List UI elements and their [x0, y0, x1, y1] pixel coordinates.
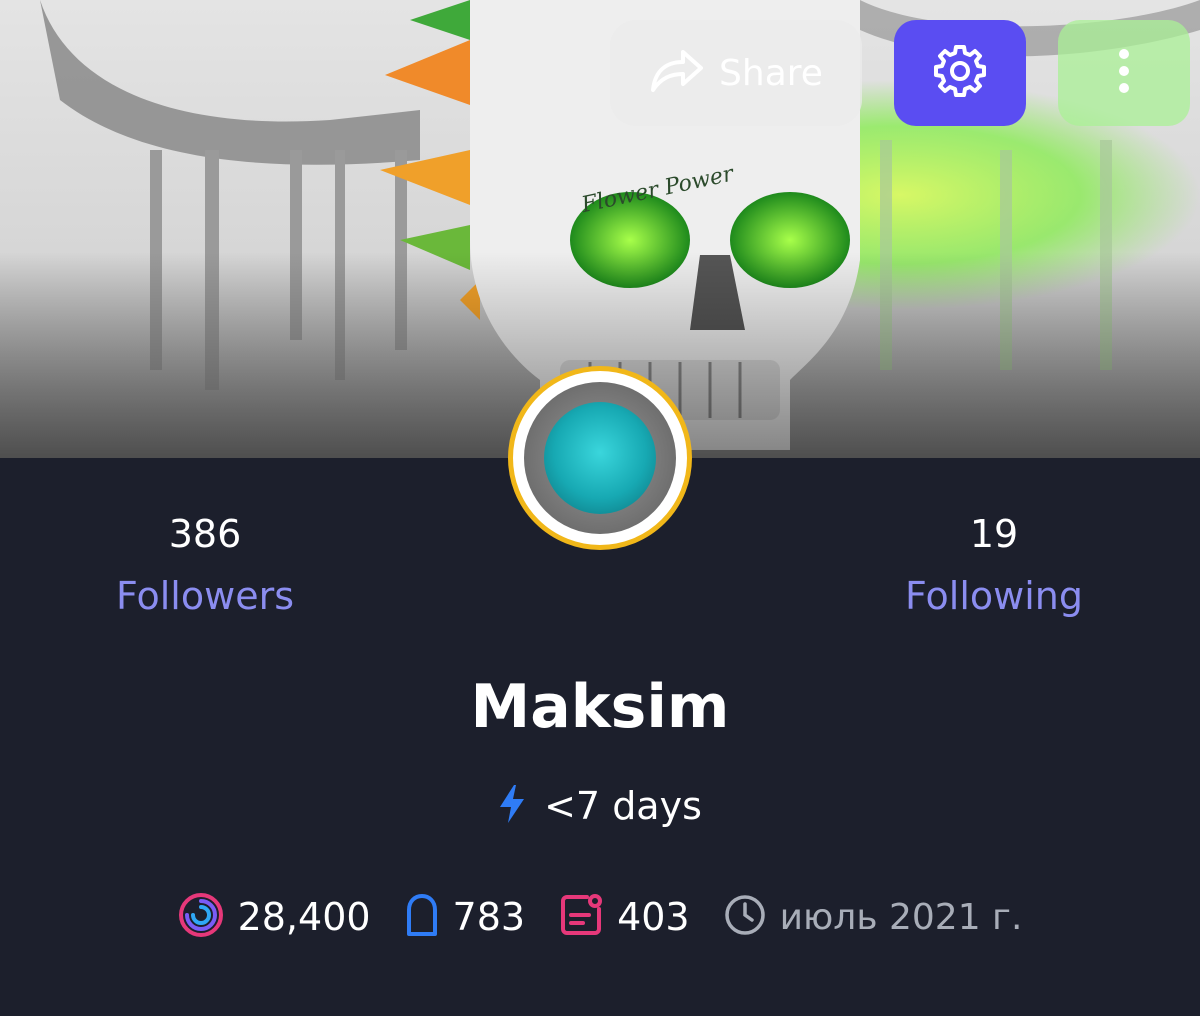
avatar-ring: [524, 382, 676, 534]
profile-name: Maksim: [470, 672, 730, 742]
share-button[interactable]: Share: [610, 20, 862, 126]
coins-value: 28,400: [237, 895, 371, 939]
arch-icon: [405, 893, 439, 941]
followers-count: 386: [168, 512, 242, 556]
tombstones-value: 783: [452, 895, 526, 939]
avatar-image: [544, 402, 656, 514]
more-options-button[interactable]: [1058, 20, 1190, 126]
more-vertical-icon: [1117, 47, 1131, 99]
clock-icon: [724, 894, 766, 940]
stat-posts: 403: [559, 893, 690, 941]
avatar[interactable]: [508, 366, 692, 550]
notification-card-icon: [559, 893, 603, 941]
gear-icon: [932, 43, 988, 103]
spiral-coin-icon: [178, 892, 224, 942]
joined-date: июль 2021 г.: [779, 896, 1023, 938]
followers-label: Followers: [116, 574, 294, 618]
share-label: Share: [719, 52, 823, 94]
profile-stats: 28,400 783 403 июль 2021 г.: [0, 892, 1200, 942]
stat-joined: июль 2021 г.: [724, 894, 1023, 940]
activity-status: <7 days: [0, 784, 1200, 828]
settings-button[interactable]: [894, 20, 1026, 126]
activity-label: <7 days: [544, 784, 702, 828]
profile-page: Flower Power Share 386 Followers 19 Foll…: [0, 0, 1200, 1016]
following-label: Following: [905, 574, 1083, 618]
stat-coins: 28,400: [178, 892, 371, 942]
followers-counter[interactable]: 386 Followers: [55, 512, 355, 618]
share-arrow-icon: [649, 48, 705, 98]
stat-tombstones: 783: [405, 893, 526, 941]
following-count: 19: [969, 512, 1019, 556]
posts-value: 403: [617, 895, 690, 939]
following-counter[interactable]: 19 Following: [844, 512, 1144, 618]
lightning-icon: [498, 785, 526, 827]
